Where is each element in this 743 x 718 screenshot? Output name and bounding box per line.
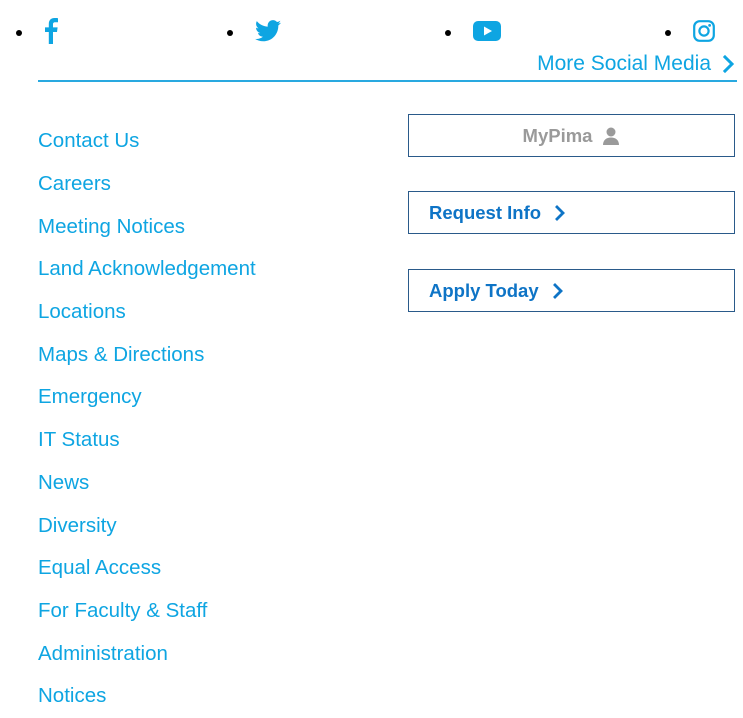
footer-links-list: Contact Us Careers Meeting Notices Land … (38, 120, 256, 718)
more-social-media-label: More Social Media (537, 52, 711, 75)
footer-link-news[interactable]: News (38, 462, 256, 505)
footer-link-diversity[interactable]: Diversity (38, 504, 256, 547)
footer-link-careers[interactable]: Careers (38, 163, 256, 206)
list-bullet (227, 30, 233, 36)
footer-link-notices[interactable]: Notices (38, 675, 256, 718)
chevron-right-icon (555, 204, 566, 221)
footer-link-emergency[interactable]: Emergency (38, 376, 256, 419)
chevron-right-icon (723, 55, 735, 73)
youtube-icon[interactable] (473, 21, 501, 41)
social-item-facebook (16, 14, 58, 48)
apply-today-label: Apply Today (429, 279, 539, 301)
user-icon (602, 127, 620, 145)
more-social-media-link[interactable]: More Social Media (537, 50, 735, 78)
footer-link-land-acknowledgement[interactable]: Land Acknowledgement (38, 248, 256, 291)
footer-link-locations[interactable]: Locations (38, 291, 256, 334)
social-item-youtube (445, 14, 501, 48)
footer-link-contact-us[interactable]: Contact Us (38, 120, 256, 163)
mypima-label: MyPima (522, 124, 593, 146)
mypima-button[interactable]: MyPima (408, 114, 735, 157)
footer-divider (38, 80, 737, 82)
twitter-icon[interactable] (255, 20, 281, 42)
footer-link-meeting-notices[interactable]: Meeting Notices (38, 205, 256, 248)
footer-link-faculty-staff[interactable]: For Faculty & Staff (38, 590, 256, 633)
chevron-right-icon (552, 282, 564, 299)
list-bullet (16, 30, 22, 36)
list-bullet (445, 30, 451, 36)
footer-link-equal-access[interactable]: Equal Access (38, 547, 256, 590)
footer-link-it-status[interactable]: IT Status (38, 419, 256, 462)
social-item-twitter (227, 14, 281, 48)
footer-link-maps-directions[interactable]: Maps & Directions (38, 333, 256, 376)
footer-link-administration[interactable]: Administration (38, 632, 256, 675)
apply-today-button[interactable]: Apply Today (408, 269, 735, 312)
facebook-icon[interactable] (44, 18, 58, 44)
social-item-instagram (665, 14, 715, 48)
request-info-label: Request Info (429, 201, 542, 223)
instagram-icon[interactable] (693, 20, 715, 42)
request-info-button[interactable]: Request Info (408, 191, 735, 234)
list-bullet (665, 30, 671, 36)
